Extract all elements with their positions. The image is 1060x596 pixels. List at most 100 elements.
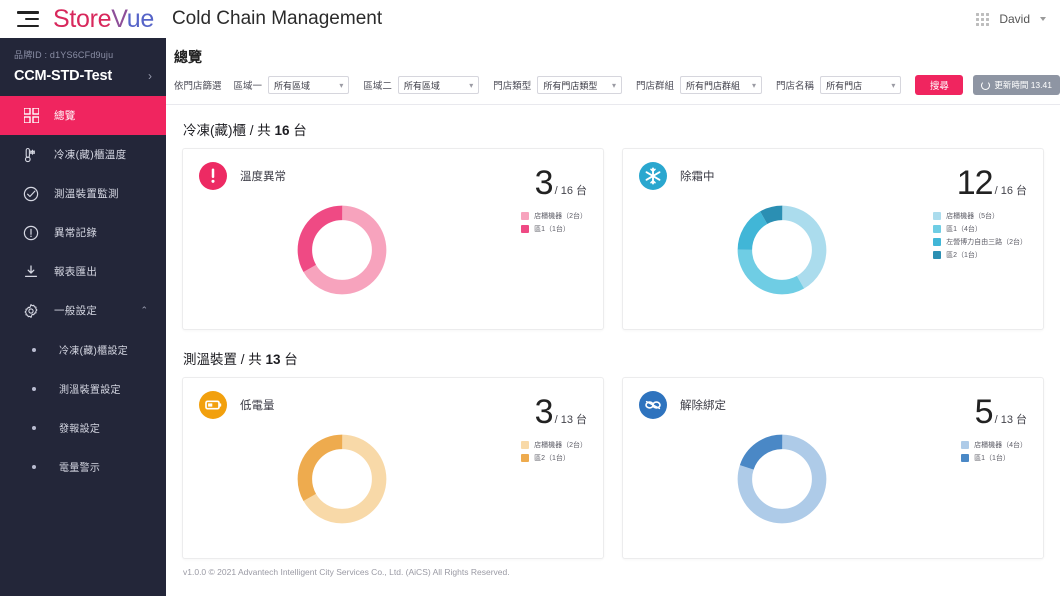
battery-low-icon: [199, 391, 227, 419]
card-total: / 13 台: [994, 414, 1027, 426]
section-title-count: 16: [274, 123, 290, 138]
broken-link-icon: [639, 391, 667, 419]
card-stat: 5/ 13 台: [974, 393, 1027, 431]
sidebar-subitem-label: 冷凍(藏)櫃設定: [59, 346, 129, 357]
chevron-up-icon[interactable]: ⌃: [140, 305, 148, 316]
section-title-suffix: 台: [289, 123, 307, 138]
filter-label-store-group: 門店群組: [636, 81, 675, 92]
card-title: 解除綁定: [680, 400, 726, 412]
card-temperature-abnormal[interactable]: 溫度異常 3/ 16 台 店櫃機器（2台） 區1（1台）: [182, 148, 604, 330]
card-value: 3: [534, 164, 554, 202]
app-root: StoreVue Cold Chain Management David 品牌I…: [0, 0, 1060, 596]
hamburger-icon[interactable]: [17, 11, 39, 27]
sidebar-item-label: 報表匯出: [54, 266, 98, 278]
user-menu-label[interactable]: David: [999, 12, 1030, 26]
section-title-prefix: 測溫裝置 / 共: [183, 352, 266, 367]
sidebar-item-label: 測溫裝置監測: [54, 188, 119, 200]
logo-text-store: Store: [53, 4, 112, 33]
filter-select-store-type[interactable]: 所有門店類型 ▾: [537, 76, 622, 94]
chevron-down-icon: ▾: [339, 80, 344, 90]
brand-selector[interactable]: CCM-STD-Test ›: [14, 68, 152, 84]
alert-exclamation-icon: [199, 162, 227, 190]
filter-select-area-2[interactable]: 所有區域 ▾: [397, 76, 480, 94]
sidebar-subitem-sensor-settings[interactable]: 測溫裝置設定: [0, 369, 166, 408]
card-unbound[interactable]: 解除綁定 5/ 13 台 店櫃機器（4台） 區1（1台）: [622, 377, 1044, 559]
grid-apps-icon[interactable]: [976, 12, 990, 26]
filter-value: 所有區域: [403, 80, 440, 91]
refresh-icon: [981, 80, 991, 90]
chevron-down-icon[interactable]: [1040, 17, 1046, 21]
donut-chart-container: [183, 430, 603, 528]
sidebar-subitem-battery-alert[interactable]: 電量警示: [0, 447, 166, 486]
filter-select-store-group[interactable]: 所有門店群組 ▾: [680, 76, 763, 94]
storevue-logo: StoreVue: [53, 4, 155, 33]
card-total: / 13 台: [554, 414, 587, 426]
section-title-count: 13: [265, 352, 281, 367]
card-defrosting[interactable]: 除霜中 12/ 16 台 店櫃機器（5台） 區1（4台） 左營博力自由三路（2台）區…: [622, 148, 1044, 330]
sidebar-item-overview[interactable]: 總覽: [0, 96, 166, 135]
chevron-down-icon: ▾: [752, 80, 757, 90]
card-title: 低電量: [240, 400, 275, 412]
sidebar-subitem-label: 發報設定: [59, 424, 101, 435]
sidebar-item-freezer-temperature[interactable]: 冷凍(藏)櫃溫度: [0, 135, 166, 174]
dashboard-grid-icon: [20, 105, 42, 127]
filter-select-store-name[interactable]: 所有門店 ▾: [820, 76, 902, 94]
download-icon: [20, 261, 42, 283]
section-title-freezers: 冷凍(藏)櫃 / 共 16 台: [183, 119, 1060, 139]
filter-label-store-type: 門店類型: [493, 81, 532, 92]
donut-chart-container: [623, 201, 1043, 299]
sidebar-subitem-notification-settings[interactable]: 發報設定: [0, 408, 166, 447]
sidebar-item-label: 異常記錄: [54, 227, 98, 239]
donut-chart: [297, 434, 387, 524]
dashboard-content: 冷凍(藏)櫃 / 共 16 台 溫度異常 3/ 16 台 店櫃機器（2台） 區1（: [166, 105, 1060, 596]
filter-label-area-2: 區域二: [363, 81, 392, 92]
filter-value: 所有門店: [826, 80, 863, 91]
card-row-freezers: 溫度異常 3/ 16 台 店櫃機器（2台） 區1（1台） 除霜中 12 / 16…: [166, 148, 1060, 330]
sidebar-nav: 總覽 冷凍(藏)櫃溫度 測溫裝置監測 異常記錄 報表匯出 一般設定 ⌃ 冷凍(藏…: [0, 96, 166, 486]
search-button[interactable]: 搜尋: [915, 75, 964, 95]
donut-chart: [737, 205, 827, 295]
body-split: 品牌ID : d1YS6CFd9uju CCM-STD-Test › 總覽 冷凍…: [0, 38, 1060, 596]
card-title: 除霜中: [680, 171, 715, 183]
section-title-suffix: 台: [280, 352, 298, 367]
chevron-down-icon: ▾: [469, 80, 474, 90]
refresh-time-button[interactable]: 更新時間 13.41: [973, 75, 1060, 95]
chevron-down-icon: ▾: [891, 80, 896, 90]
card-low-battery[interactable]: 低電量 3/ 13 台 店櫃機器（2台） 區2（1台）: [182, 377, 604, 559]
filter-label-store-name: 門店名稱: [776, 81, 815, 92]
sidebar-item-label: 總覽: [54, 110, 76, 122]
page-title: 總覽: [174, 49, 202, 65]
card-stat: 3/ 13 台: [535, 395, 587, 429]
gear-icon: [20, 300, 42, 322]
bullet-icon: [32, 425, 36, 430]
sidebar-subitem-freezer-settings[interactable]: 冷凍(藏)櫃設定: [0, 330, 166, 369]
brand-name: CCM-STD-Test: [14, 68, 113, 84]
sidebar-item-alarm-records[interactable]: 異常記錄: [0, 213, 166, 252]
sidebar-item-general-settings[interactable]: 一般設定 ⌃: [0, 291, 166, 330]
logo-text-v: V: [111, 4, 127, 33]
sidebar-subitem-label: 測溫裝置設定: [59, 385, 121, 396]
card-value: 5: [974, 393, 994, 431]
donut-chart: [297, 205, 387, 295]
filter-value: 所有門店群組: [686, 80, 741, 91]
sidebar-item-report-export[interactable]: 報表匯出: [0, 252, 166, 291]
app-title: Cold Chain Management: [171, 8, 383, 29]
card-stat: 3/ 16 台: [534, 164, 587, 202]
sidebar: 品牌ID : d1YS6CFd9uju CCM-STD-Test › 總覽 冷凍…: [0, 38, 166, 596]
logo-text-ue: ue: [126, 4, 155, 33]
chevron-down-icon: ▾: [611, 80, 616, 90]
filter-select-area-1[interactable]: 所有區域 ▾: [268, 76, 350, 94]
sidebar-item-sensor-monitoring[interactable]: 測溫裝置監測: [0, 174, 166, 213]
top-bar: StoreVue Cold Chain Management David: [0, 0, 1060, 38]
thermometer-icon: [20, 144, 42, 166]
card-total: / 16 台: [994, 185, 1027, 197]
filter-value: 所有區域: [274, 80, 311, 91]
bullet-icon: [32, 347, 36, 352]
card-title: 溫度異常: [240, 171, 286, 183]
bullet-icon: [32, 386, 36, 391]
sidebar-subitem-label: 電量警示: [59, 463, 101, 474]
filter-value: 所有門店類型: [543, 80, 598, 91]
donut-chart-container: [623, 430, 1043, 528]
snowflake-icon: [639, 162, 667, 190]
footer-copyright: v1.0.0 © 2021 Advantech Intelligent City…: [183, 567, 510, 577]
